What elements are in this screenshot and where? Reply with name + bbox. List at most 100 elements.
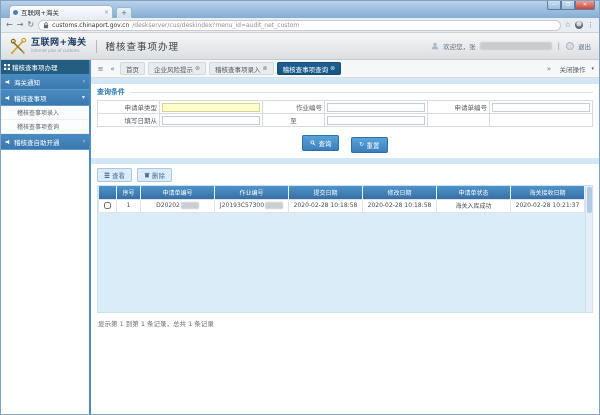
tab-close-icon[interactable]: ⊗ [263,65,268,72]
speaker-icon [5,95,11,101]
sidebar-item-customs-notice[interactable]: 海关通知 ‹ [1,74,89,90]
job-no-input[interactable] [327,103,425,112]
window-maximize-button[interactable]: ❐ [561,1,575,10]
chevron-left-icon: ‹ [83,138,85,145]
reset-button[interactable]: ↻ 重置 [351,137,388,153]
tab-close-icon[interactable]: × [104,9,109,16]
content-area: ≡ « 首页 企业风险提示 ⊗ 稽核查事项录入 ⊗ 稽核查事项查询 ⊗ [91,60,599,414]
expand-right-icon[interactable]: » [544,65,553,73]
date-to-label: 至 [263,114,325,127]
tab-audit-query[interactable]: 稽核查事项查询 ⊗ [277,62,342,75]
tab-favicon-icon [13,10,18,15]
sidebar: 稽核查事项办理 海关通知 ‹ 稽核查事项 ▾ 稽核查事项录入 稽核查事项查询 稽… [1,60,91,414]
sidebar-item-label: 海关通知 [14,77,40,87]
table-header-row: 序号 申请单编号 作业编号 提交日期 修改日期 申请单状态 海关接收日期 [99,186,585,199]
tab-audit-entry[interactable]: 稽核查事项录入 ⊗ [209,62,274,75]
header-customs-date: 海关接收日期 [511,186,585,199]
menu-icon[interactable]: ≡ [96,65,105,73]
sidebar-subitem-label: 稽核查事项录入 [17,108,59,117]
sidebar-title-label: 稽核查事项办理 [12,62,58,72]
result-table: 序号 申请单编号 作业编号 提交日期 修改日期 申请单状态 海关接收日期 [98,186,585,213]
grid-scrollbar[interactable] [585,186,592,312]
logout-button[interactable]: 退出 [578,41,591,51]
chevron-down-icon: ▾ [82,94,85,101]
cell-job-no: J20193C57300 [215,199,289,212]
cell-status: 海关入库成功 [437,199,511,212]
speaker-icon [5,139,11,145]
browser-profile-icon[interactable]: ☻ [575,21,583,29]
app-no-input[interactable] [492,103,590,112]
new-tab-button[interactable]: + [116,7,132,18]
browser-addressbar: ← → ↻ customs.chinaport.gov.cn /deskserv… [1,18,599,33]
sidebar-item-audit-matters[interactable]: 稽核查事项 ▾ [1,90,89,106]
sidebar-item-self-service[interactable]: 稽核查自助开通 ‹ [1,134,89,150]
reset-button-label: 重置 [367,140,380,150]
cell-seq: 1 [117,199,141,212]
tab-home[interactable]: 首页 [120,62,145,75]
cell-submit-date: 2020-02-28 10:18:58 [289,199,363,212]
table-row[interactable]: 1 D20202 J20193C57300 2020-02-28 10:18:5… [99,199,585,212]
redacted-app-no [181,202,199,209]
tab-title: 互联网+海关 [21,7,101,17]
date-from-label: 填写日期从 [98,114,160,127]
forward-icon[interactable]: → [17,21,24,29]
logo-subtitle: internet plus of customs [31,49,87,53]
header-separator: | [558,42,560,50]
sidebar-subitem-audit-entry[interactable]: 稽核查事项录入 [1,106,89,120]
section-title: 查询条件 [97,87,125,97]
logout-icon[interactable] [566,42,574,50]
content-body: 查询条件 申请单类型 作业编号 申请单编号 填写日 [91,78,599,414]
sidebar-subitem-audit-query[interactable]: 稽核查事项查询 [1,120,89,134]
bookmark-star-icon[interactable]: ☆ [565,21,571,29]
scrollbar-thumb[interactable] [587,187,592,213]
url-path: /deskserver/cus/deskindex?menu_id=audit_… [132,22,299,29]
delete-button-label: 删除 [152,170,165,180]
header-app-no: 申请单编号 [141,186,215,199]
result-grid-container: 序号 申请单编号 作业编号 提交日期 修改日期 申请单状态 海关接收日期 [97,185,593,313]
view-button-label: 查看 [112,170,125,180]
url-bar[interactable]: customs.chinaport.gov.cn /deskserver/cus… [38,20,561,31]
search-panel: 查询条件 申请单类型 作业编号 申请单编号 填写日 [91,84,599,158]
tab-label: 企业风险提示 [154,64,193,74]
tabbar-right: » 关闭操作 ▾ [544,64,594,74]
browser-menu-icon[interactable]: ⋮ [587,21,594,29]
query-button[interactable]: 查询 [302,135,339,151]
close-operations-dropdown[interactable]: 关闭操作 [559,64,585,74]
browser-window: 互联网+海关 × + — ❐ ✕ ← → ↻ customs.chinaport… [0,0,600,415]
window-close-button[interactable]: ✕ [575,1,595,10]
module-icon [4,64,10,70]
window-minimize-button[interactable]: — [547,1,561,10]
header-modify-date: 修改日期 [363,186,437,199]
app-type-input[interactable] [162,103,260,112]
logo-title: 互联网+海关 [31,39,87,48]
date-from-input[interactable] [162,116,260,125]
speaker-icon [5,79,11,85]
view-button[interactable]: 查看 [97,168,132,182]
collapse-left-icon[interactable]: « [108,65,117,73]
refresh-icon[interactable]: ↻ [27,21,34,29]
header-user-area: 欢迎您，张 | 退出 [431,41,591,51]
sidebar-subitem-label: 稽核查事项查询 [17,122,59,131]
delete-button[interactable]: 删除 [137,168,172,182]
cell-modify-date: 2020-02-28 10:18:58 [363,199,437,212]
form-row: 申请单类型 作业编号 申请单编号 [98,101,593,114]
tab-enterprise-risk[interactable]: 企业风险提示 ⊗ [148,62,206,75]
url-domain: customs.chinaport.gov.cn [52,22,129,29]
customs-logo-icon [9,37,28,56]
back-icon[interactable]: ← [6,21,13,29]
main-area: 稽核查事项办理 海关通知 ‹ 稽核查事项 ▾ 稽核查事项录入 稽核查事项查询 稽… [1,60,599,414]
cell-app-no: D20202 [141,199,215,212]
browser-tab[interactable]: 互联网+海关 × [9,5,113,18]
trash-icon [144,172,150,178]
tab-close-icon[interactable]: ⊗ [330,65,335,72]
header-submit-date: 提交日期 [289,186,363,199]
query-button-label: 查询 [318,138,331,148]
tab-label: 稽核查事项查询 [283,64,329,74]
welcome-text: 欢迎您，张 [443,41,476,51]
date-to-input[interactable] [327,116,425,125]
row-checkbox[interactable] [104,202,111,209]
grid-actions: 查看 删除 [91,164,599,185]
form-row: 填写日期从 至 [98,114,593,127]
tab-close-icon[interactable]: ⊗ [195,65,200,72]
search-buttons: 查询 ↻ 重置 [97,127,593,158]
